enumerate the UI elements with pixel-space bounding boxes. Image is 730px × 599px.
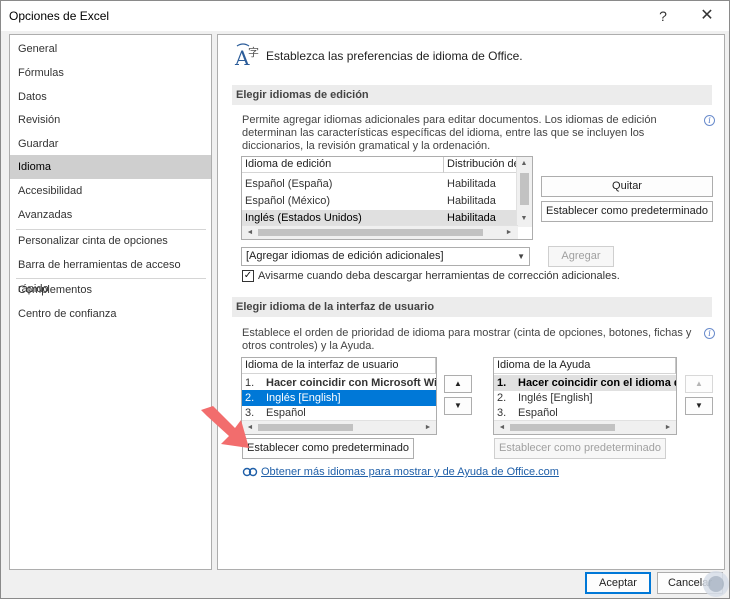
ui-language-section-title: Elegir idioma de la interfaz de usuario xyxy=(232,297,712,317)
scroll-thumb[interactable] xyxy=(258,229,483,236)
svg-text:字: 字 xyxy=(248,45,259,59)
language-icon: A 字 xyxy=(234,43,259,69)
list-item[interactable]: 1. Hacer coincidir con Microsoft Windows xyxy=(242,375,436,391)
scroll-right-icon[interactable]: ► xyxy=(502,227,516,239)
window-title: Opciones de Excel xyxy=(9,9,110,23)
options-sidebar: General Fórmulas Datos Revisión Guardar … xyxy=(9,34,212,570)
horizontal-scrollbar[interactable]: ◄ ► xyxy=(242,420,436,434)
sidebar-item-general[interactable]: General xyxy=(10,37,211,61)
add-editing-language-value: [Agregar idiomas de edición adicionales] xyxy=(246,250,444,262)
display-language-list[interactable]: Idioma de la interfaz de usuario 1. Hace… xyxy=(241,357,437,435)
scroll-right-icon[interactable]: ► xyxy=(661,422,675,434)
table-row[interactable]: Inglés (Estados Unidos) Habilitada xyxy=(242,210,518,226)
sidebar-item-accessibility[interactable]: Accesibilidad xyxy=(10,179,211,203)
sidebar-item-data[interactable]: Datos xyxy=(10,85,211,109)
list-item[interactable]: 1. Hacer coincidir con el idioma de pres… xyxy=(494,375,676,391)
notify-proofing-label[interactable]: Avisarme cuando deba descargar herramien… xyxy=(258,270,620,282)
page-heading: Establezca las preferencias de idioma de… xyxy=(266,49,523,63)
help-language-list[interactable]: Idioma de la Ayuda 1. Hacer coincidir co… xyxy=(493,357,677,435)
scroll-left-icon[interactable]: ◄ xyxy=(495,422,509,434)
scroll-left-icon[interactable]: ◄ xyxy=(243,227,257,239)
sidebar-item-language[interactable]: Idioma xyxy=(10,155,211,179)
scroll-right-icon[interactable]: ► xyxy=(421,422,435,434)
move-help-language-up-button[interactable]: ▲ xyxy=(685,375,713,393)
sidebar-item-advanced[interactable]: Avanzadas xyxy=(10,203,211,227)
info-icon[interactable]: i xyxy=(704,115,715,126)
remove-language-button[interactable]: Quitar xyxy=(541,176,713,197)
scroll-up-icon[interactable]: ▲ xyxy=(517,158,531,170)
table-row[interactable]: Español (España) Habilitada xyxy=(242,176,518,192)
ok-button[interactable]: Aceptar xyxy=(585,572,651,594)
more-languages-link[interactable]: Obtener más idiomas para mostrar y de Ay… xyxy=(261,466,559,478)
sidebar-item-save[interactable]: Guardar xyxy=(10,132,211,156)
list-item[interactable]: 3. Español xyxy=(242,405,436,421)
list-item[interactable]: 2. Inglés [English] xyxy=(242,390,436,406)
annotation-arrow-icon xyxy=(201,406,249,448)
editing-languages-list[interactable]: Idioma de edición Distribución de Españo… xyxy=(241,156,533,240)
sidebar-item-quick-access-toolbar[interactable]: Barra de herramientas de acceso rápido xyxy=(10,253,211,295)
scroll-thumb[interactable] xyxy=(258,424,353,431)
horizontal-scrollbar[interactable]: ◄ ► xyxy=(494,420,676,434)
sidebar-item-formulas[interactable]: Fórmulas xyxy=(10,61,211,85)
notify-proofing-checkbox[interactable]: ✓ xyxy=(242,270,254,282)
table-row[interactable]: Español (México) Habilitada xyxy=(242,193,518,209)
excel-options-window: Opciones de Excel ? ✕ General Fórmulas D… xyxy=(0,0,730,599)
editing-languages-section-title: Elegir idiomas de edición xyxy=(232,85,712,105)
info-icon[interactable]: i xyxy=(704,328,715,339)
add-language-button[interactable]: Agregar xyxy=(548,246,614,267)
scroll-down-icon[interactable]: ▼ xyxy=(517,213,531,225)
move-display-language-up-button[interactable]: ▲ xyxy=(444,375,472,393)
horizontal-scrollbar[interactable]: ◄ ► xyxy=(242,225,518,239)
editing-languages-description: Permite agregar idiomas adicionales para… xyxy=(242,114,657,152)
vertical-scrollbar[interactable]: ▲ ▼ xyxy=(516,157,532,227)
help-icon[interactable]: ? xyxy=(641,1,685,31)
set-default-display-language-button[interactable]: Establecer como predeterminado xyxy=(242,438,414,459)
column-header-keyboard-layout[interactable]: Distribución de xyxy=(444,157,518,173)
scroll-thumb[interactable] xyxy=(510,424,615,431)
language-options-panel: A 字 Establezca las preferencias de idiom… xyxy=(217,34,725,570)
sidebar-item-review[interactable]: Revisión xyxy=(10,108,211,132)
scroll-thumb[interactable] xyxy=(520,173,529,205)
ui-language-description: Establece el orden de prioridad de idiom… xyxy=(242,327,692,352)
move-display-language-down-button[interactable]: ▼ xyxy=(444,397,472,415)
close-icon[interactable]: ✕ xyxy=(685,1,729,31)
link-icon xyxy=(242,467,258,477)
move-help-language-down-button[interactable]: ▼ xyxy=(685,397,713,415)
sidebar-item-customize-ribbon[interactable]: Personalizar cinta de opciones xyxy=(10,229,211,253)
sidebar-item-trust-center[interactable]: Centro de confianza xyxy=(10,302,211,326)
column-header-help-language[interactable]: Idioma de la Ayuda xyxy=(494,358,676,374)
chevron-down-icon: ▼ xyxy=(517,252,525,261)
logo-watermark-icon xyxy=(703,571,729,597)
sidebar-item-add-ins[interactable]: Complementos xyxy=(10,278,211,302)
column-header-display-language[interactable]: Idioma de la interfaz de usuario xyxy=(242,358,436,374)
title-bar: Opciones de Excel ? ✕ xyxy=(1,1,729,31)
list-item[interactable]: 3. Español xyxy=(494,405,676,421)
add-editing-language-dropdown[interactable]: [Agregar idiomas de edición adicionales]… xyxy=(241,247,530,266)
set-default-editing-button[interactable]: Establecer como predeterminado xyxy=(541,201,713,222)
list-item[interactable]: 2. Inglés [English] xyxy=(494,390,676,406)
column-header-editing-language[interactable]: Idioma de edición xyxy=(242,157,444,173)
set-default-help-language-button[interactable]: Establecer como predeterminado xyxy=(494,438,666,459)
